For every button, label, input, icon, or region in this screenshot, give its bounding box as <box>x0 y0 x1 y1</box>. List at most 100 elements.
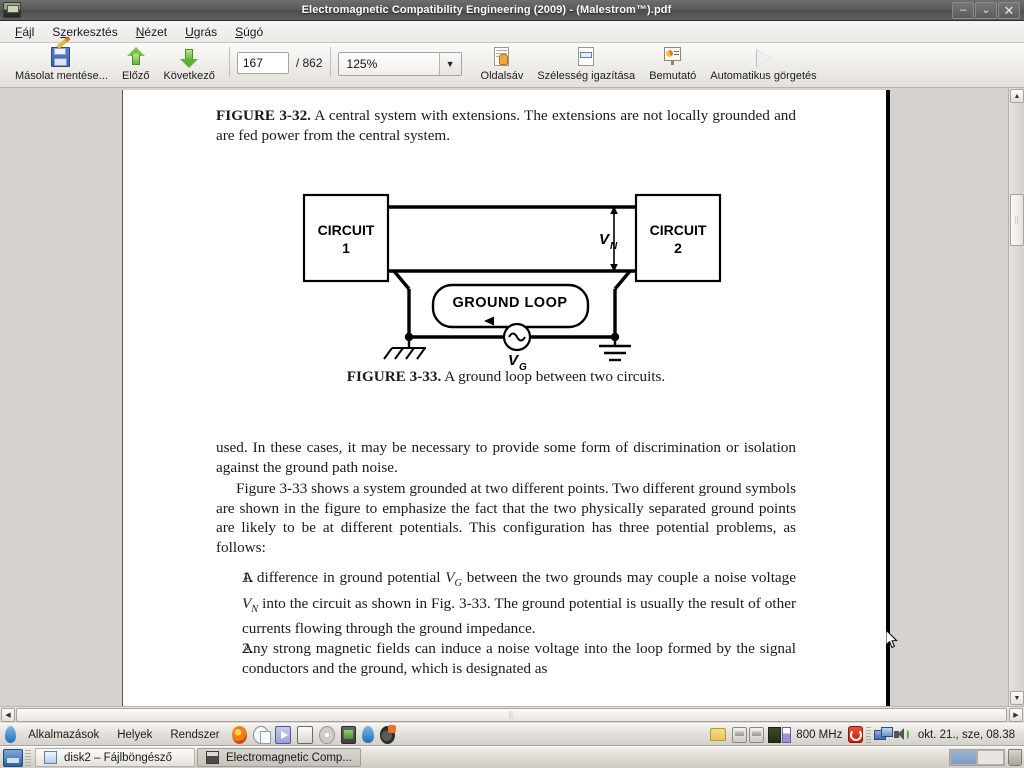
file-manager-icon <box>44 751 57 764</box>
document-view[interactable]: FIGURE 3-32. A central system with exten… <box>0 88 1008 706</box>
desktop-panel: Alkalmazások Helyek Rendszer 800 MHz okt… <box>0 723 1024 746</box>
svg-text:CIRCUIT: CIRCUIT <box>650 222 707 238</box>
network-icon-2[interactable] <box>749 726 765 743</box>
figure-3-33-diagram: V N GROUND LOOP V G CIRCUIT 1 CIRCUIT 2 <box>216 185 796 385</box>
pdf-icon <box>206 751 219 764</box>
zoom-select[interactable]: 125% ▼ <box>337 52 462 76</box>
list-item-number: 1. <box>242 569 254 586</box>
next-page-label: Következő <box>163 70 215 82</box>
gimp-icon[interactable] <box>275 725 291 744</box>
amarok-icon[interactable] <box>379 724 396 744</box>
autoscroll-label: Automatikus görgetés <box>710 70 817 82</box>
workspace-switcher[interactable] <box>949 749 1005 766</box>
sidebar-label: Oldalsáv <box>480 70 524 82</box>
clock-label[interactable]: okt. 21., sze, 08.38 <box>918 729 1015 741</box>
scroll-left-button[interactable]: ◀ <box>1 708 15 722</box>
scroll-right-button[interactable]: ▶ <box>1009 708 1023 722</box>
figure-3-33-label: FIGURE 3-33. <box>346 368 442 385</box>
list-item-part1: A difference in ground potential <box>242 569 446 586</box>
menu-fajl[interactable]: Fájl <box>6 23 43 41</box>
scroll-down-button[interactable]: ▼ <box>1010 691 1024 705</box>
fit-width-button[interactable]: Szélesség igazítása <box>530 43 642 82</box>
task-button-filemanager[interactable]: disk2 – Fájlböngésző <box>35 748 195 767</box>
list-item-number: 2. <box>242 640 254 658</box>
presentation-button[interactable]: Bemutató <box>642 43 703 82</box>
cpu-frequency-label: 800 MHz <box>796 728 843 741</box>
network-monitor-icon[interactable] <box>873 727 893 742</box>
disc-icon[interactable] <box>318 725 335 744</box>
menubar: Fájl Szerkesztés Nézet Ugrás Súgó <box>0 21 1024 43</box>
panel-menu-system[interactable]: Rendszer <box>161 729 228 741</box>
firefox-icon[interactable] <box>231 725 248 744</box>
shutdown-icon[interactable] <box>848 726 864 743</box>
calculator-icon[interactable] <box>296 725 313 744</box>
pdf-page: FIGURE 3-32. A central system with exten… <box>122 90 886 706</box>
svg-text:1: 1 <box>342 240 350 256</box>
close-button[interactable]: ✕ <box>998 1 1020 19</box>
folder-icon[interactable] <box>710 728 727 741</box>
vertical-scrollbar-thumb[interactable]: ⣿ <box>1010 194 1024 246</box>
system-monitor-icon[interactable] <box>340 725 357 744</box>
panel-menu-places[interactable]: Helyek <box>108 729 161 741</box>
window-app-icon <box>3 2 21 18</box>
save-copy-button[interactable]: Másolat mentése... <box>8 36 115 82</box>
list-item-part3: into the circuit as shown in Fig. 3-33. … <box>242 594 796 638</box>
volume-icon[interactable] <box>893 727 910 742</box>
cpu-frequency-applet[interactable]: 800 MHz <box>768 726 843 743</box>
task-button-pdfviewer[interactable]: Electromagnetic Comp... <box>197 748 361 767</box>
show-desktop-icon[interactable] <box>3 748 23 767</box>
maximize-button[interactable]: ⌄ <box>975 1 997 19</box>
cpu-load-bar <box>782 726 792 743</box>
toolbar-separator-2 <box>329 47 331 77</box>
window-list-bar: disk2 – Fájlböngésző Electromagnetic Com… <box>0 746 1024 768</box>
figure-3-32-caption: FIGURE 3-32. A central system with exten… <box>216 106 796 145</box>
svg-text:2: 2 <box>674 240 682 256</box>
page-number-input[interactable] <box>236 52 289 74</box>
list-item-text: Any strong magnetic fields can induce a … <box>242 640 796 677</box>
svg-text:GROUND LOOP: GROUND LOOP <box>452 295 567 311</box>
vertical-scrollbar[interactable]: ▲ ⣿ ▼ <box>1008 88 1024 706</box>
window-titlebar[interactable]: Electromagnetic Compatibility Engineerin… <box>0 0 1024 21</box>
menu-szerkesztes[interactable]: Szerkesztés <box>43 23 126 41</box>
horizontal-scrollbar-thumb[interactable]: ⣿ <box>16 708 1007 722</box>
arrow-down-icon <box>179 45 199 69</box>
figure-3-33-caption: FIGURE 3-33. A ground loop between two c… <box>216 368 796 386</box>
applet-grip[interactable] <box>866 726 871 743</box>
workspace-1[interactable] <box>951 751 976 764</box>
scroll-up-button[interactable]: ▲ <box>1010 89 1024 103</box>
sidebar-toggle-button[interactable]: Oldalsáv <box>474 43 531 82</box>
page-total-label: / 862 <box>295 56 323 70</box>
paragraph-1: used. In these cases, it may be necessar… <box>216 439 796 476</box>
autoscroll-button[interactable]: Automatikus görgetés <box>703 43 823 82</box>
workspace-2[interactable] <box>978 751 1003 764</box>
arrow-up-icon <box>126 45 146 69</box>
list-item-part2: between the two grounds may couple a noi… <box>462 569 796 586</box>
save-copy-label: Másolat mentése... <box>15 70 108 82</box>
fit-width-label: Szélesség igazítása <box>537 70 636 82</box>
trash-icon[interactable] <box>1008 749 1022 766</box>
save-copy-icon <box>50 36 72 69</box>
list-item: 2. Any strong magnetic fields can induce… <box>216 639 796 678</box>
menu-ugras[interactable]: Ugrás <box>176 23 226 41</box>
horizontal-scrollbar[interactable]: ◀ ⣿ ▶ <box>0 706 1024 723</box>
water-drop-icon[interactable] <box>362 726 374 743</box>
chevron-down-icon[interactable]: ▼ <box>438 53 461 75</box>
panel-menu-applications[interactable]: Alkalmazások <box>19 729 108 741</box>
network-icon-1[interactable] <box>732 726 748 743</box>
figure-3-32-label: FIGURE 3-32. <box>216 107 311 124</box>
notes-icon[interactable] <box>253 725 272 744</box>
ground-loop-svg: V N GROUND LOOP V G CIRCUIT 1 CIRCUIT 2 <box>302 193 722 373</box>
gnome-foot-icon[interactable] <box>5 726 17 743</box>
previous-page-label: Előző <box>121 70 150 82</box>
zoom-value: 125% <box>346 57 378 71</box>
menu-nezet[interactable]: Nézet <box>127 23 176 41</box>
next-page-button[interactable]: Következő <box>156 43 221 82</box>
task-button-label: Electromagnetic Comp... <box>226 751 352 764</box>
minimize-button[interactable]: – <box>952 1 974 19</box>
menu-sugo[interactable]: Súgó <box>226 23 272 41</box>
sidebar-icon <box>492 45 512 69</box>
previous-page-button[interactable]: Előző <box>115 43 157 82</box>
svg-text:N: N <box>610 241 618 252</box>
list-item-text: A difference in ground potential VG betw… <box>242 568 796 639</box>
window-list-grip[interactable] <box>25 749 31 766</box>
